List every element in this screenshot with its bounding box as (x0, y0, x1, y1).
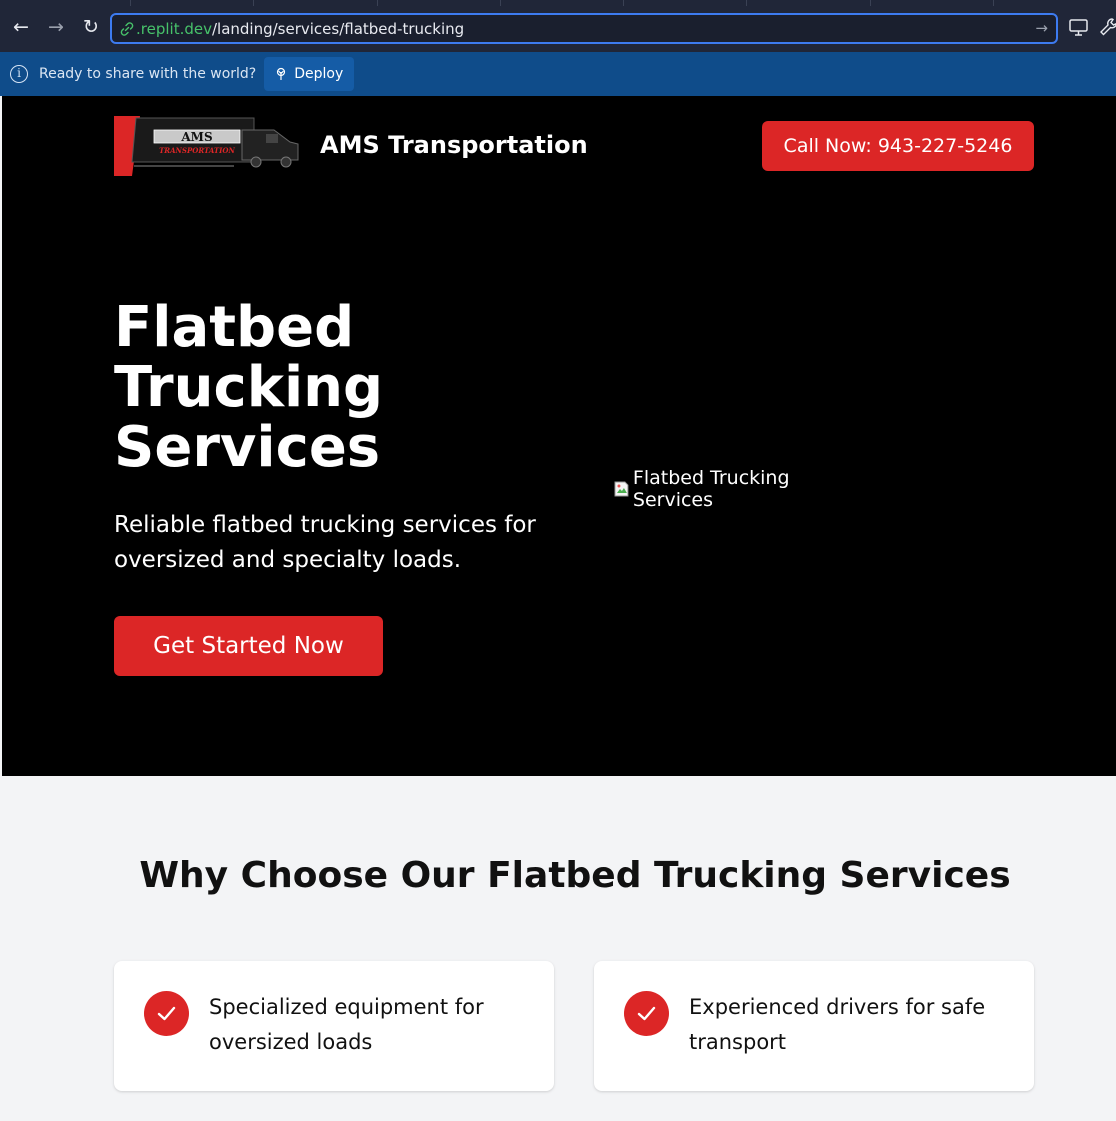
deploy-button[interactable]: Deploy (264, 57, 355, 91)
svg-text:AMS: AMS (180, 130, 212, 144)
brand-name[interactable]: AMS Transportation (320, 131, 588, 159)
browser-toolbar: ← → ↻ .replit.dev/landing/services/flatb… (0, 0, 1116, 56)
deploy-icon (277, 67, 286, 80)
go-arrow-icon[interactable]: → (1035, 19, 1048, 37)
hero-image: Flatbed Trucking Services (614, 467, 874, 511)
feature-card: Specialized equipment for oversized load… (114, 961, 554, 1091)
wrench-icon[interactable] (1098, 16, 1116, 38)
share-message: Ready to share with the world? (39, 66, 257, 82)
hero-subtitle: Reliable flatbed trucking services for o… (114, 512, 536, 573)
reload-icon[interactable]: ↻ (78, 14, 104, 40)
back-icon[interactable]: ← (8, 14, 34, 40)
feature-text: Specialized equipment for oversized load… (209, 995, 484, 1054)
why-choose-title: Why Choose Our Flatbed Trucking Services (139, 855, 1011, 896)
feature-text: Experienced drivers for safe transport (689, 995, 986, 1054)
replit-deploy-bar: i Ready to share with the world? Deploy (0, 52, 1116, 96)
hero-title: Flatbed Trucking Services (114, 295, 384, 480)
tab-strip (130, 0, 1116, 6)
info-icon: i (10, 65, 28, 83)
url-domain: .replit.dev (136, 19, 212, 38)
feature-card: Experienced drivers for safe transport (594, 961, 1034, 1091)
devices-icon[interactable] (1068, 16, 1090, 38)
hero-section: AMS TRANSPORTATION AMS Transportation Ca… (2, 96, 1116, 776)
url-path: /landing/services/flatbed-trucking (211, 19, 465, 38)
ams-logo[interactable]: AMS TRANSPORTATION (114, 116, 300, 176)
check-icon (144, 991, 189, 1036)
hero-image-alt: Flatbed Trucking Services (632, 467, 790, 511)
svg-text:TRANSPORTATION: TRANSPORTATION (159, 146, 235, 155)
forward-icon[interactable]: → (43, 14, 69, 40)
call-now-button[interactable]: Call Now: 943-227-5246 (762, 121, 1034, 171)
broken-image-icon (614, 481, 629, 497)
check-icon (624, 991, 669, 1036)
address-bar[interactable]: .replit.dev/landing/services/flatbed-tru… (110, 13, 1058, 44)
deploy-label: Deploy (294, 66, 344, 82)
get-started-button[interactable]: Get Started Now (114, 616, 383, 676)
link-icon (120, 21, 134, 36)
